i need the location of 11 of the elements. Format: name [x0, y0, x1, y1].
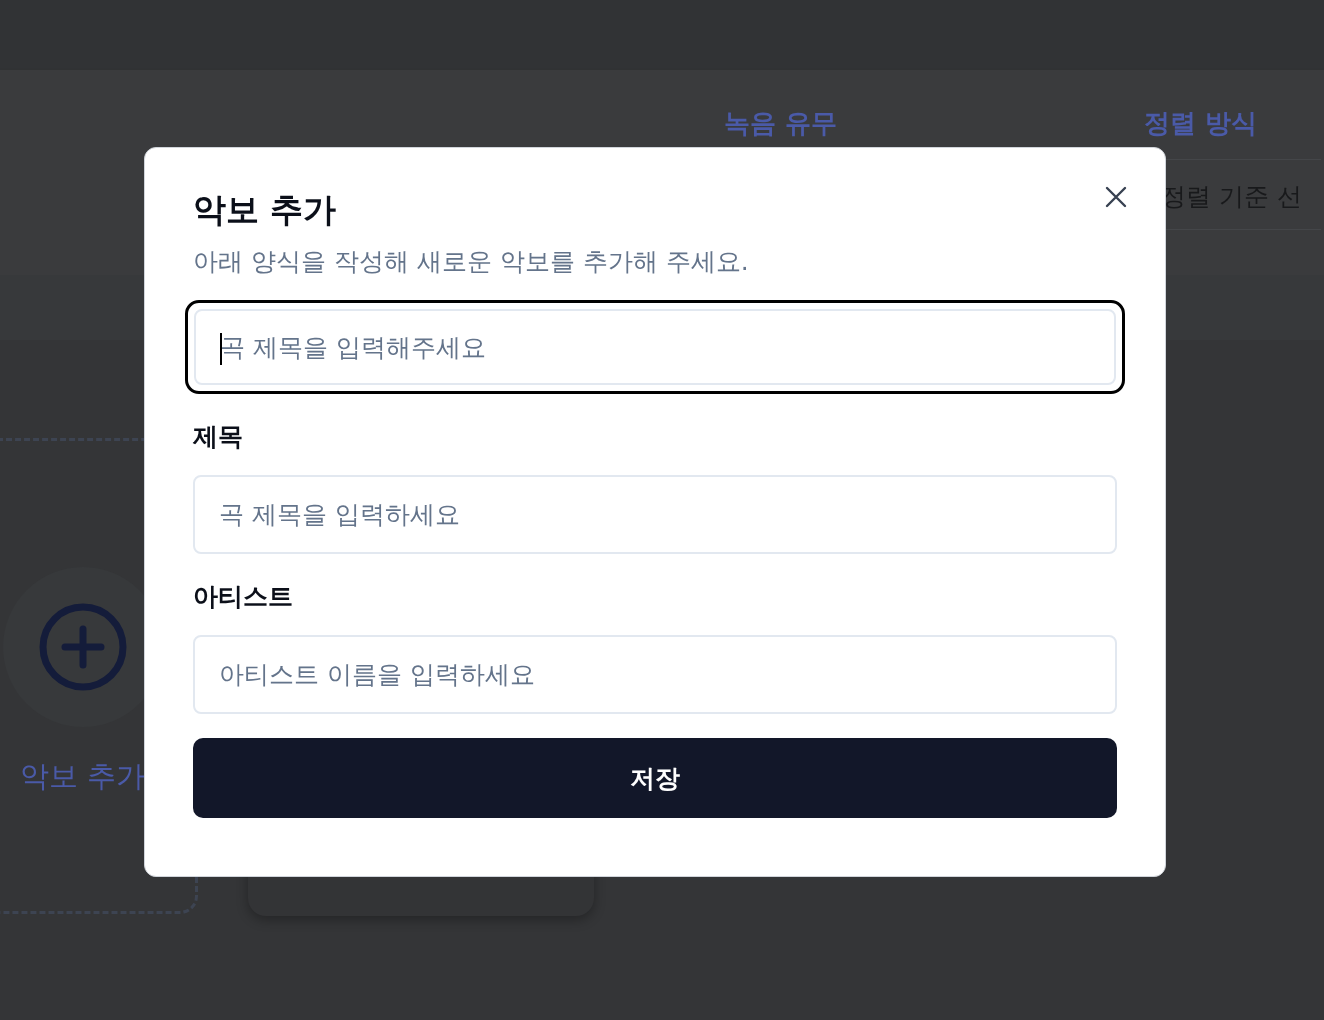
- plus-circle-icon: [37, 602, 128, 692]
- input-field[interactable]: 아티스트 이름을 입력하세요: [193, 635, 1117, 714]
- filter-label: 녹음 유무: [724, 108, 838, 138]
- close-icon[interactable]: [1105, 186, 1127, 208]
- add-card-label: 악보 추가: [19, 758, 146, 795]
- filter-label: 정렬 방식: [1144, 107, 1259, 140]
- search-field[interactable]: 곡 제목을 입력해주세요: [185, 300, 1125, 394]
- input-field[interactable]: 곡 제목을 입력하세요: [193, 475, 1117, 554]
- dialog-description: 아래 양식을 작성해 새로운 악보를 추가해 주세요.: [193, 246, 750, 278]
- save-button[interactable]: 저장: [193, 738, 1117, 818]
- dialog-title: 악보 추가: [193, 189, 338, 231]
